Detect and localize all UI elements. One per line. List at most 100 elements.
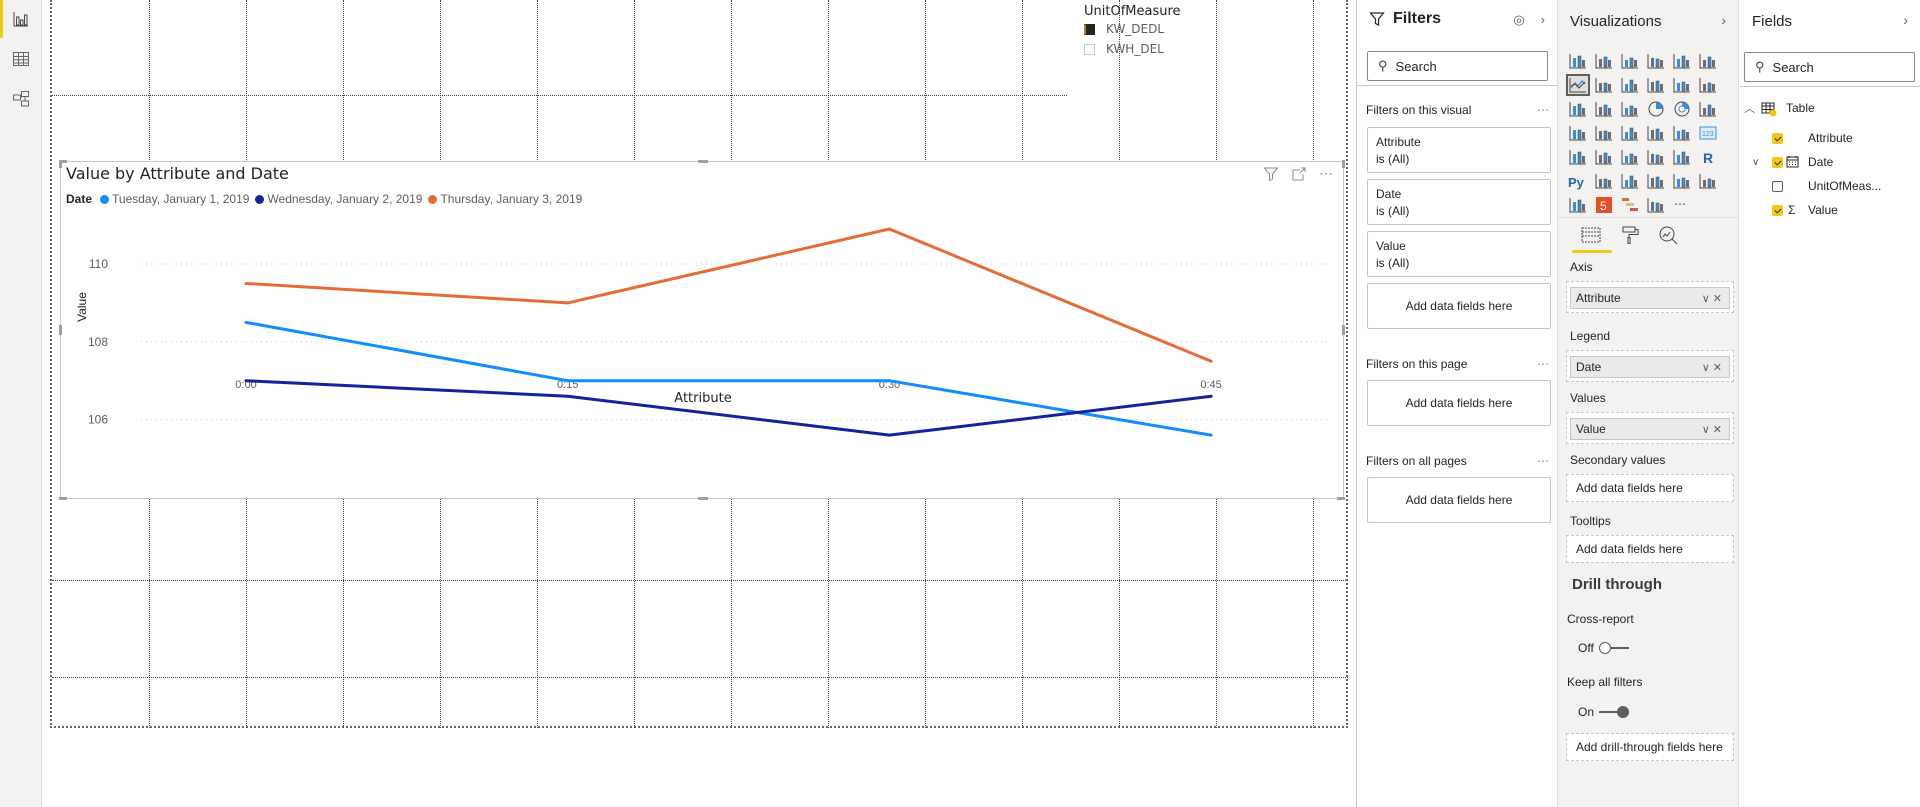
line-stacked-column-icon[interactable] bbox=[1672, 76, 1692, 94]
line-chart-icon[interactable] bbox=[1566, 74, 1590, 96]
slicer-icon[interactable] bbox=[1620, 148, 1640, 166]
model-icon[interactable] bbox=[12, 90, 30, 108]
axis-well[interactable]: Attribute ∨✕ bbox=[1566, 281, 1734, 313]
gantt-icon[interactable] bbox=[1620, 196, 1640, 214]
filter-card-date[interactable]: Date is (All) bbox=[1367, 179, 1551, 225]
field-pill[interactable]: Attribute ∨✕ bbox=[1570, 287, 1730, 309]
more-options-icon[interactable]: ⋯ bbox=[1537, 357, 1549, 371]
key-influencers-icon[interactable] bbox=[1594, 172, 1614, 190]
slicer-option[interactable]: KWH_DEL bbox=[1084, 39, 1314, 59]
chevron-down-icon[interactable]: ∨ bbox=[1752, 157, 1759, 168]
chevron-down-icon[interactable]: ∨ bbox=[1702, 424, 1713, 436]
table-node[interactable]: ︿ Table bbox=[1740, 98, 1920, 118]
filters-search-input[interactable]: ⚲ Search bbox=[1367, 51, 1548, 81]
format-tab-icon[interactable] bbox=[1618, 225, 1644, 245]
field-item[interactable]: UnitOfMeas... bbox=[1740, 176, 1920, 196]
more-options-icon[interactable]: ⋯ bbox=[1537, 103, 1549, 117]
series-line[interactable] bbox=[245, 379, 1212, 437]
more-options-icon[interactable]: ⋯ bbox=[1537, 454, 1549, 468]
close-icon[interactable]: ✕ bbox=[1713, 293, 1725, 305]
scatter-icon[interactable] bbox=[1620, 100, 1640, 118]
stacked-bar-icon[interactable] bbox=[1568, 52, 1588, 70]
eye-icon[interactable]: ◎ bbox=[1513, 12, 1524, 28]
table-grid-icon[interactable] bbox=[12, 50, 30, 68]
field-pill[interactable]: Date ∨✕ bbox=[1570, 356, 1730, 378]
card-icon[interactable]: 123 bbox=[1698, 124, 1718, 142]
filter-card-attribute[interactable]: Attribute is (All) bbox=[1367, 127, 1551, 173]
fields-tab-icon[interactable] bbox=[1579, 225, 1605, 245]
chevron-down-icon[interactable]: ∨ bbox=[1702, 362, 1713, 374]
chevron-right-icon[interactable]: › bbox=[1903, 12, 1908, 28]
field-item[interactable]: ∨ Date bbox=[1740, 152, 1920, 172]
keep-filters-toggle[interactable]: On bbox=[1578, 705, 1630, 719]
clustered-column-icon[interactable] bbox=[1646, 52, 1666, 70]
add-page-filter-dropzone[interactable]: Add data fields here bbox=[1367, 380, 1551, 426]
drill-through-well[interactable]: Add drill-through fields here bbox=[1566, 733, 1734, 761]
chevron-right-icon[interactable]: › bbox=[1721, 12, 1726, 28]
close-icon[interactable]: ✕ bbox=[1713, 424, 1725, 436]
qa-icon[interactable] bbox=[1646, 172, 1666, 190]
matrix-icon[interactable] bbox=[1672, 148, 1692, 166]
checkbox-icon[interactable] bbox=[1772, 180, 1783, 192]
funnel-icon[interactable] bbox=[1594, 100, 1614, 118]
cross-report-toggle[interactable]: Off bbox=[1578, 641, 1629, 655]
donut-icon[interactable] bbox=[1672, 100, 1692, 118]
secondary-values-well[interactable]: Add data fields here bbox=[1566, 474, 1734, 502]
arcgis-icon[interactable] bbox=[1698, 172, 1718, 190]
line-clustered-column-icon[interactable] bbox=[1646, 76, 1666, 94]
stacked-column-icon[interactable] bbox=[1594, 52, 1614, 70]
chevron-down-icon[interactable]: ∨ bbox=[1702, 293, 1713, 305]
multi-row-card-icon[interactable] bbox=[1568, 148, 1588, 166]
table-icon[interactable] bbox=[1646, 148, 1666, 166]
power-apps-icon[interactable] bbox=[1568, 196, 1588, 214]
field-pill[interactable]: Value ∨✕ bbox=[1570, 418, 1730, 440]
filter-card-value[interactable]: Value is (All) bbox=[1367, 231, 1551, 277]
waterfall-icon[interactable] bbox=[1568, 100, 1588, 118]
paginated-report-icon[interactable] bbox=[1672, 172, 1692, 190]
checkbox-icon[interactable] bbox=[1772, 204, 1783, 216]
line-chart-visual[interactable]: Value by Attribute and Date Date Tuesday… bbox=[59, 160, 1345, 500]
add-report-filter-dropzone[interactable]: Add data fields here bbox=[1367, 477, 1551, 523]
shape-map-icon[interactable] bbox=[1620, 124, 1640, 142]
100-stacked-column-icon[interactable] bbox=[1698, 52, 1718, 70]
r-visual-icon[interactable]: R bbox=[1698, 148, 1718, 166]
100-stacked-bar-icon[interactable] bbox=[1672, 52, 1692, 70]
values-well[interactable]: Value ∨✕ bbox=[1566, 412, 1734, 444]
add-visual-filter-dropzone[interactable]: Add data fields here bbox=[1367, 283, 1551, 329]
pie-icon[interactable] bbox=[1646, 100, 1666, 118]
kpi-icon[interactable] bbox=[1594, 148, 1614, 166]
tooltips-well[interactable]: Add data fields here bbox=[1566, 535, 1734, 563]
checkbox-icon[interactable] bbox=[1772, 132, 1783, 144]
series-line[interactable] bbox=[245, 320, 1212, 437]
field-item[interactable]: Σ Value bbox=[1740, 200, 1920, 220]
checkbox-icon[interactable] bbox=[1772, 156, 1783, 168]
bar-chart-icon[interactable] bbox=[12, 10, 30, 28]
python-visual-icon[interactable]: Py bbox=[1568, 172, 1588, 190]
data-point bbox=[1209, 433, 1213, 437]
stacked-area-icon[interactable] bbox=[1620, 76, 1640, 94]
ribbon-chart-icon[interactable] bbox=[1698, 76, 1718, 94]
filled-map-icon[interactable] bbox=[1594, 124, 1614, 142]
bar-gauge-icon[interactable] bbox=[1646, 196, 1666, 214]
field-item[interactable]: Attribute bbox=[1740, 128, 1920, 148]
more-visuals-icon[interactable]: ⋯ bbox=[1672, 196, 1692, 214]
chevron-up-icon[interactable]: ︿ bbox=[1744, 100, 1755, 116]
fields-search-input[interactable]: ⚲ Search bbox=[1744, 52, 1915, 82]
checkbox-icon[interactable] bbox=[1084, 23, 1095, 35]
clustered-bar-icon[interactable] bbox=[1620, 52, 1640, 70]
svg-text:R: R bbox=[1703, 150, 1713, 166]
map-icon[interactable] bbox=[1568, 124, 1588, 142]
treemap-icon[interactable] bbox=[1698, 100, 1718, 118]
azure-map-icon[interactable] bbox=[1646, 124, 1666, 142]
close-icon[interactable]: ✕ bbox=[1713, 362, 1725, 374]
drill-through-title: Drill through bbox=[1572, 576, 1662, 593]
gauge-icon[interactable] bbox=[1672, 124, 1692, 142]
decomposition-tree-icon[interactable] bbox=[1620, 172, 1640, 190]
analytics-tab-icon[interactable] bbox=[1656, 225, 1682, 245]
slicer-option[interactable]: KW_DEDL bbox=[1084, 19, 1314, 39]
chevron-right-icon[interactable]: › bbox=[1541, 12, 1545, 28]
legend-well[interactable]: Date ∨✕ bbox=[1566, 350, 1734, 382]
html5-icon[interactable]: 5 bbox=[1594, 196, 1614, 214]
checkbox-icon[interactable] bbox=[1084, 43, 1095, 55]
area-chart-icon[interactable] bbox=[1594, 76, 1614, 94]
